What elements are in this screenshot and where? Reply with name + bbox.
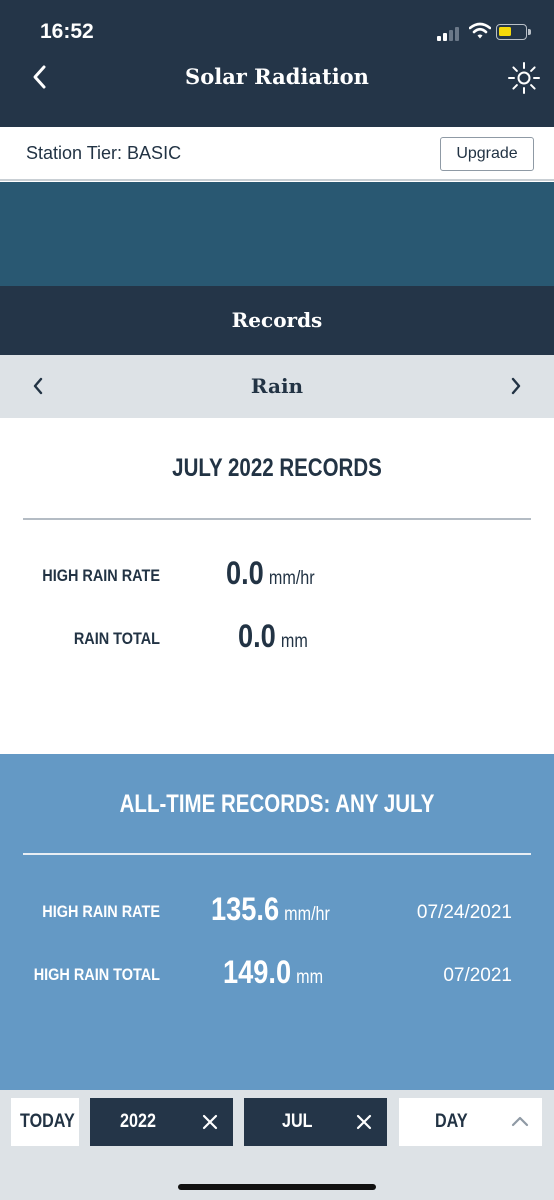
divider (23, 518, 531, 520)
record-number: 0.0 (238, 618, 276, 654)
station-tier-label: Station Tier: BASIC (26, 143, 182, 163)
record-value: 149.0 mm (223, 954, 323, 991)
record-number: 135.6 (211, 891, 280, 927)
today-label: TODAY (20, 1111, 75, 1132)
chevron-up-icon[interactable] (510, 1114, 530, 1128)
record-label: HIGH RAIN RATE (42, 566, 160, 585)
alltime-records-title: ALL-TIME RECORDS: ANY JULY (119, 790, 435, 818)
date-filter-bar: TODAY 2022 JUL DAY (0, 1090, 554, 1200)
period-filter[interactable]: DAY (399, 1098, 542, 1146)
record-label: RAIN TOTAL (73, 629, 160, 648)
record-unit: mm (296, 967, 324, 988)
period-label: DAY (435, 1111, 468, 1132)
record-value: 135.6 mm/hr (211, 891, 330, 928)
records-header: Records (0, 286, 554, 355)
close-icon[interactable] (201, 1113, 219, 1131)
banner-area (0, 182, 554, 286)
home-indicator (178, 1184, 376, 1190)
month-records-section: JULY 2022 RECORDS HIGH RAIN RATE 0.0 mm/h… (0, 418, 554, 754)
today-button[interactable]: TODAY (11, 1098, 79, 1146)
record-unit: mm/hr (268, 568, 315, 589)
record-number: 149.0 (223, 954, 292, 990)
battery-icon (496, 24, 531, 40)
record-label: HIGH RAIN TOTAL (33, 965, 160, 984)
record-date: 07/24/2021 (416, 902, 512, 923)
month-filter[interactable]: JUL (244, 1098, 387, 1146)
divider (23, 853, 531, 855)
record-label: HIGH RAIN RATE (42, 902, 160, 921)
page-title: Solar Radiation (185, 64, 369, 89)
close-icon[interactable] (355, 1113, 373, 1131)
alltime-records-section: ALL-TIME RECORDS: ANY JULY HIGH RAIN RAT… (0, 754, 554, 1090)
month-label: JUL (282, 1111, 313, 1132)
record-value: 0.0 mm/hr (226, 555, 315, 592)
wifi-icon (469, 22, 491, 39)
upgrade-button[interactable]: Upgrade (440, 137, 534, 171)
record-date: 07/2021 (443, 965, 512, 986)
record-unit: mm/hr (284, 904, 330, 925)
signal-icon (437, 27, 461, 41)
month-records-title: JULY 2022 RECORDS (172, 454, 382, 482)
app-header: 16:52 Solar Radiation (0, 0, 554, 127)
status-time: 16:52 (40, 20, 94, 43)
station-tier-bar: Station Tier: BASIC Upgrade (0, 127, 554, 181)
sun-icon[interactable] (506, 60, 542, 96)
metric-label: Rain (250, 374, 304, 398)
next-metric-icon[interactable] (502, 373, 528, 399)
record-number: 0.0 (226, 555, 264, 591)
record-value: 0.0 mm (238, 618, 308, 655)
record-unit: mm (280, 631, 308, 652)
metric-selector: Rain (0, 355, 554, 418)
year-label: 2022 (120, 1111, 156, 1132)
year-filter[interactable]: 2022 (90, 1098, 233, 1146)
status-bar: 16:52 (0, 0, 554, 60)
